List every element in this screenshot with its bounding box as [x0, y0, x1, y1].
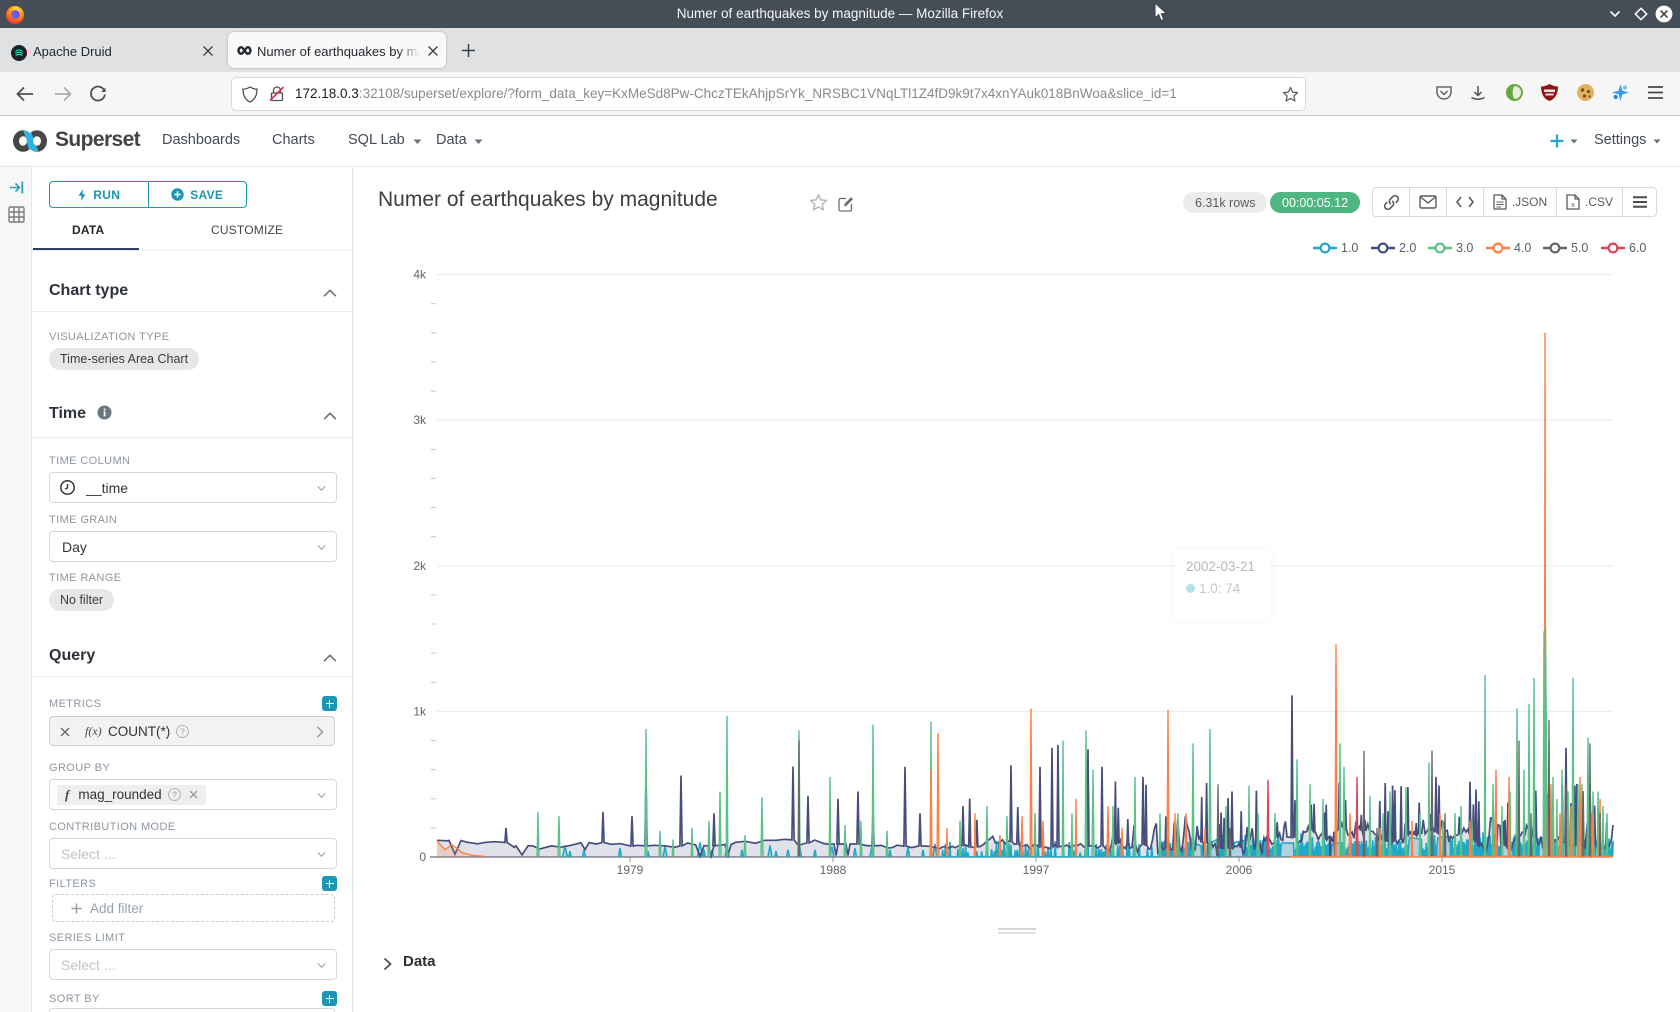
- svg-text:6.0: 6.0: [1629, 241, 1646, 255]
- svg-text:1k: 1k: [413, 704, 427, 718]
- svg-text:5.0: 5.0: [1571, 241, 1588, 255]
- svg-text:2.0: 2.0: [1399, 241, 1416, 255]
- svg-text:3.0: 3.0: [1456, 241, 1473, 255]
- svg-text:3k: 3k: [413, 413, 427, 427]
- svg-text:4.0: 4.0: [1514, 241, 1531, 255]
- svg-text:2k: 2k: [413, 559, 427, 573]
- svg-text:?: ?: [180, 726, 185, 736]
- svg-text:1988: 1988: [820, 863, 847, 877]
- svg-text:1997: 1997: [1023, 863, 1050, 877]
- svg-text:0: 0: [419, 850, 426, 864]
- svg-text:1.0: 1.0: [1341, 241, 1358, 255]
- svg-text:4k: 4k: [413, 268, 427, 282]
- svg-text:2015: 2015: [1429, 863, 1456, 877]
- svg-text:1979: 1979: [617, 863, 644, 877]
- svg-text:2006: 2006: [1226, 863, 1253, 877]
- svg-text:?: ?: [172, 789, 177, 799]
